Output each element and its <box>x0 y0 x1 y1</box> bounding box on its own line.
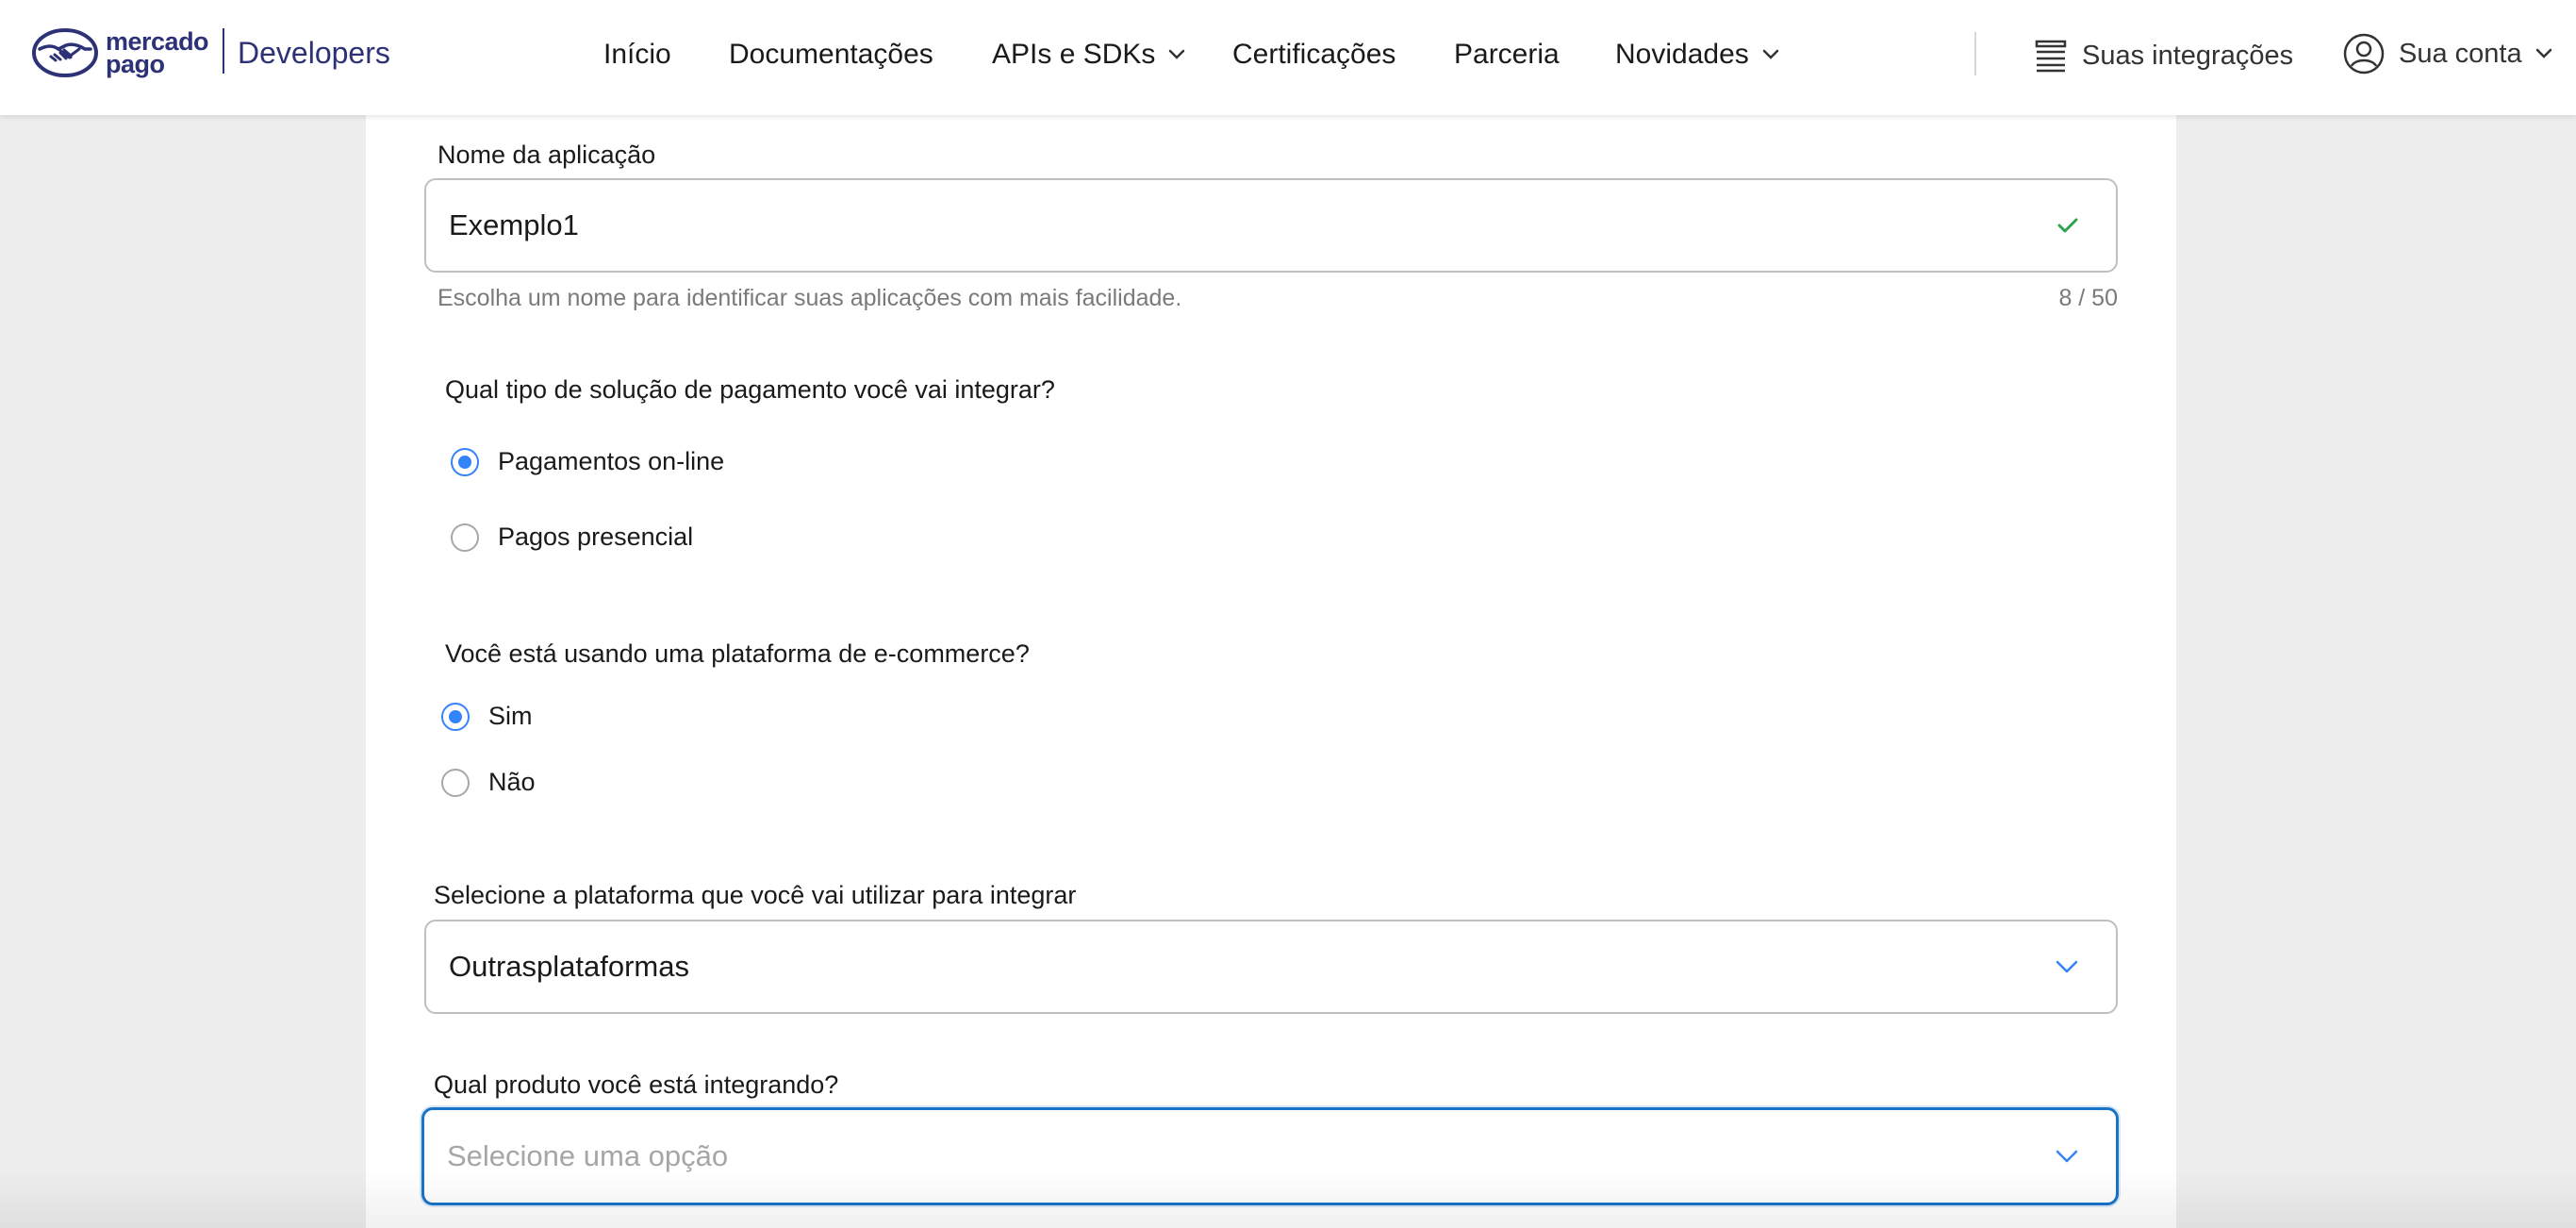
radio-nao[interactable]: Não <box>441 768 536 797</box>
chevron-down-icon <box>1169 49 1185 59</box>
integrations-label: Suas integrações <box>2082 40 2294 71</box>
product-select-label: Qual produto você está integrando? <box>434 1070 839 1099</box>
chevron-down-icon <box>1762 49 1779 59</box>
radio-label: Não <box>488 768 536 796</box>
check-icon <box>2057 218 2078 233</box>
product-select[interactable]: Selecione uma opção <box>421 1107 2119 1205</box>
suas-integracoes-link[interactable]: Suas integrações <box>2035 32 2293 79</box>
radio-button[interactable] <box>451 523 479 552</box>
chevron-down-icon <box>2056 1150 2078 1163</box>
radio-label: Sim <box>488 702 533 730</box>
radio-button[interactable] <box>441 768 470 797</box>
app-name-input[interactable]: Exemplo1 <box>424 178 2118 273</box>
account-label: Sua conta <box>2399 38 2522 69</box>
nav-item-label: Início <box>603 39 671 70</box>
nav-item-certificacoes[interactable]: Certificações <box>1232 34 1395 75</box>
chevron-down-icon <box>2056 960 2078 973</box>
app-name-helper-text: Escolha um nome para identificar suas ap… <box>438 285 1182 311</box>
nav-item-label: APIs e SDKs <box>992 39 1156 70</box>
nav-item-apis-sdks[interactable]: APIs e SDKs <box>992 34 1185 75</box>
chevron-down-icon <box>2535 48 2551 58</box>
header-divider <box>1974 32 1976 75</box>
app-name-label: Nome da aplicação <box>438 141 656 169</box>
nav-item-label: Documentações <box>729 39 933 70</box>
ecommerce-question: Você está usando uma plataforma de e-com… <box>445 639 1030 668</box>
radio-label: Pagos presencial <box>498 523 694 551</box>
handshake-logo-icon <box>32 28 98 77</box>
nav-item-documentacoes[interactable]: Documentações <box>729 34 933 75</box>
nav-item-inicio[interactable]: Início <box>603 34 671 75</box>
mercadopago-logo[interactable]: mercado pago <box>32 26 209 79</box>
app-name-char-counter: 8 / 50 <box>2058 285 2118 311</box>
platform-select-label: Selecione a plataforma que você vai util… <box>434 881 1077 909</box>
account-menu[interactable]: Sua conta <box>2342 30 2552 77</box>
nav-item-label: Certificações <box>1232 39 1396 70</box>
platform-select-value: Outrasplataformas <box>449 950 689 983</box>
nav-item-parceria[interactable]: Parceria <box>1454 34 1560 75</box>
radio-pagamentos-online[interactable]: Pagamentos on-line <box>451 447 724 476</box>
platform-select[interactable]: Outrasplataformas <box>424 920 2118 1014</box>
user-avatar-icon <box>2343 33 2385 75</box>
logo-wordmark: mercado pago <box>106 29 209 78</box>
radio-button-checked[interactable] <box>451 447 479 476</box>
radio-sim[interactable]: Sim <box>441 702 533 731</box>
nav-item-novidades[interactable]: Novidades <box>1615 34 1779 75</box>
top-navbar: mercado pago Developers Início Documenta… <box>0 0 2576 115</box>
nav-item-label: Parceria <box>1454 39 1560 70</box>
developers-label[interactable]: Developers <box>238 34 390 72</box>
product-select-placeholder: Selecione uma opção <box>447 1139 729 1172</box>
app-name-value: Exemplo1 <box>449 208 579 241</box>
radio-pagos-presencial[interactable]: Pagos presencial <box>451 523 693 552</box>
payment-type-question: Qual tipo de solução de pagamento você v… <box>445 375 1055 404</box>
create-application-form: Nome da aplicação Exemplo1 Escolha um no… <box>366 115 2176 1228</box>
list-icon <box>2035 40 2067 73</box>
radio-button-checked[interactable] <box>441 702 470 731</box>
radio-label: Pagamentos on-line <box>498 447 725 475</box>
nav-item-label: Novidades <box>1615 39 1749 70</box>
logo-divider <box>223 28 224 74</box>
logo-word-line2: pago <box>106 50 165 78</box>
